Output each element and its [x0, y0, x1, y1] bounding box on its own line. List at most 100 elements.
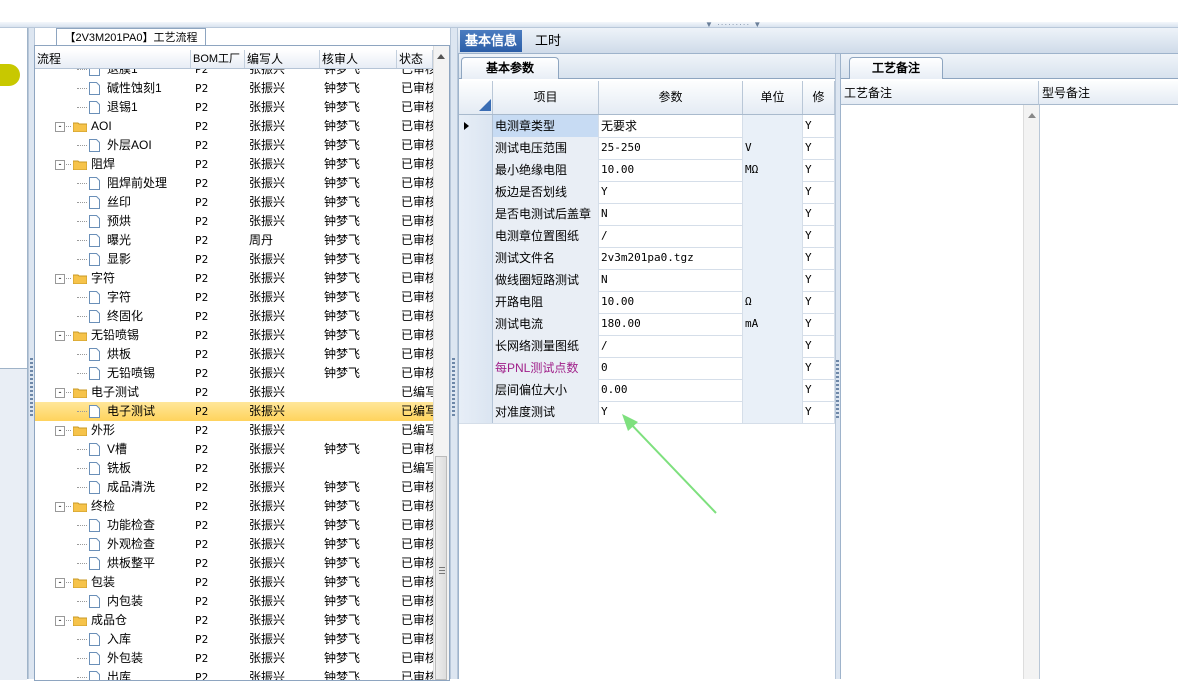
tab-process-notes[interactable]: 工艺备注 [849, 57, 943, 79]
scroll-up-arrow-icon[interactable] [437, 54, 445, 59]
tree-row[interactable]: 阻焊前处理 P2 张振兴 钟梦飞 已审核 [35, 174, 433, 193]
param-modify-cell[interactable]: Y [803, 401, 835, 423]
process-notes-textarea[interactable] [841, 105, 1023, 679]
tree-node-label[interactable]: 显影 [107, 250, 191, 269]
param-row[interactable]: 测试电流 180.00 mA Y [459, 313, 835, 336]
tree-node-label[interactable]: 碱性蚀刻1 [107, 79, 191, 98]
tree-row[interactable]: 烘板 P2 张振兴 钟梦飞 已审核 [35, 345, 433, 364]
param-modify-cell[interactable]: Y [803, 247, 835, 269]
row-header[interactable] [459, 291, 493, 313]
column-header-flow[interactable]: 流程 [35, 50, 191, 68]
tree-node-label[interactable]: AOI [91, 117, 191, 136]
param-value-cell[interactable]: Y [599, 181, 743, 203]
tree-row[interactable]: V槽 P2 张振兴 钟梦飞 已审核 [35, 440, 433, 459]
param-row[interactable]: 测试文件名 2v3m201pa0.tgz Y [459, 247, 835, 270]
param-row[interactable]: 长网络测量图纸 / Y [459, 335, 835, 358]
tree-row[interactable]: - 阻焊 P2 张振兴 钟梦飞 已审核 [35, 155, 433, 174]
tree-row[interactable]: 外观检查 P2 张振兴 钟梦飞 已审核 [35, 535, 433, 554]
tree-row[interactable]: - 终检 P2 张振兴 钟梦飞 已审核 [35, 497, 433, 516]
collapse-toggle-icon[interactable]: - [55, 331, 65, 341]
tree-node-label[interactable]: 终检 [91, 497, 191, 516]
scrollbar-thumb[interactable] [435, 456, 447, 680]
column-header-reviewer[interactable]: 核审人 [320, 50, 397, 68]
param-value-cell[interactable]: 0.00 [599, 379, 743, 401]
tree-row[interactable]: 入库 P2 张振兴 钟梦飞 已审核 [35, 630, 433, 649]
tree-node-label[interactable]: 退膜1 [107, 69, 191, 79]
tree-node-label[interactable]: 电子测试 [107, 402, 191, 421]
column-header-unit[interactable]: 单位 [743, 81, 803, 114]
tree-node-label[interactable]: 出库 [107, 668, 191, 680]
row-header[interactable] [459, 115, 493, 137]
tree-node-label[interactable]: 入库 [107, 630, 191, 649]
tree-node-label[interactable]: 成品清洗 [107, 478, 191, 497]
param-modify-cell[interactable]: Y [803, 379, 835, 401]
tree-node-label[interactable]: 外形 [91, 421, 191, 440]
collapse-toggle-icon[interactable]: - [55, 616, 65, 626]
param-value-cell[interactable]: 10.00 [599, 159, 743, 181]
tree-node-label[interactable]: 外观检查 [107, 535, 191, 554]
tree-row[interactable]: 退锡1 P2 张振兴 钟梦飞 已审核 [35, 98, 433, 117]
param-value-cell[interactable]: 2v3m201pa0.tgz [599, 247, 743, 269]
tree-node-label[interactable]: 功能检查 [107, 516, 191, 535]
param-row[interactable]: 测试电压范围 25-250 V Y [459, 137, 835, 160]
tree-row[interactable]: 电子测试 P2 张振兴 已编写 [35, 402, 433, 421]
tree-node-label[interactable]: 丝印 [107, 193, 191, 212]
row-header[interactable] [459, 247, 493, 269]
tree-row[interactable]: 无铅喷锡 P2 张振兴 钟梦飞 已审核 [35, 364, 433, 383]
tree-row[interactable]: 功能检查 P2 张振兴 钟梦飞 已审核 [35, 516, 433, 535]
param-row[interactable]: 做线圈短路测试 N Y [459, 269, 835, 292]
tab-basic-params[interactable]: 基本参数 [461, 57, 559, 79]
tree-node-label[interactable]: 预烘 [107, 212, 191, 231]
collapse-grip-icon[interactable]: ▼ ········· ▼ [705, 20, 771, 29]
tree-row[interactable]: - 电子测试 P2 张振兴 已编写 [35, 383, 433, 402]
tree-row[interactable]: - AOI P2 张振兴 钟梦飞 已审核 [35, 117, 433, 136]
tree-node-label[interactable]: 外层AOI [107, 136, 191, 155]
param-modify-cell[interactable]: Y [803, 269, 835, 291]
param-row[interactable]: 开路电阻 10.00 Ω Y [459, 291, 835, 314]
row-header[interactable] [459, 379, 493, 401]
collapse-toggle-icon[interactable]: - [55, 578, 65, 588]
row-header[interactable] [459, 225, 493, 247]
tree-node-label[interactable]: 阻焊前处理 [107, 174, 191, 193]
collapse-toggle-icon[interactable]: - [55, 160, 65, 170]
tree-node-label[interactable]: 外包装 [107, 649, 191, 668]
param-row[interactable]: 电测章位置图纸 / Y [459, 225, 835, 248]
tree-row[interactable]: 显影 P2 张振兴 钟梦飞 已审核 [35, 250, 433, 269]
tree-node-label[interactable]: 烘板 [107, 345, 191, 364]
param-value-cell[interactable]: / [599, 335, 743, 357]
row-header[interactable] [459, 181, 493, 203]
param-modify-cell[interactable]: Y [803, 137, 835, 159]
collapse-toggle-icon[interactable]: - [55, 388, 65, 398]
param-modify-cell[interactable]: Y [803, 115, 835, 137]
middle-splitter[interactable] [450, 28, 458, 679]
row-header[interactable] [459, 203, 493, 225]
tree-node-label[interactable]: 包装 [91, 573, 191, 592]
tab-basic-info[interactable]: 基本信息 [460, 30, 522, 52]
param-value-cell[interactable]: 10.00 [599, 291, 743, 313]
tree-row[interactable]: - 字符 P2 张振兴 钟梦飞 已审核 [35, 269, 433, 288]
param-modify-cell[interactable]: Y [803, 225, 835, 247]
tree-row[interactable]: 外层AOI P2 张振兴 钟梦飞 已审核 [35, 136, 433, 155]
param-row[interactable]: 电测章类型 无要求 Y [459, 115, 835, 138]
tree-row[interactable]: 丝印 P2 张振兴 钟梦飞 已审核 [35, 193, 433, 212]
tree-scrollbar[interactable] [433, 46, 449, 680]
param-modify-cell[interactable]: Y [803, 291, 835, 313]
row-header[interactable] [459, 137, 493, 159]
tree-row[interactable]: 退膜1 P2 张振兴 钟梦飞 已审核 [35, 69, 433, 79]
param-value-cell[interactable]: N [599, 203, 743, 225]
row-header[interactable] [459, 269, 493, 291]
tree-node-label[interactable]: 字符 [91, 269, 191, 288]
tree-node-label[interactable]: 内包装 [107, 592, 191, 611]
row-header[interactable] [459, 357, 493, 379]
tree-node-label[interactable]: 成品仓 [91, 611, 191, 630]
tree-row[interactable]: - 包装 P2 张振兴 钟梦飞 已审核 [35, 573, 433, 592]
tree-row[interactable]: - 无铅喷锡 P2 张振兴 钟梦飞 已审核 [35, 326, 433, 345]
column-header-modify[interactable]: 修 [803, 81, 835, 114]
tree-row[interactable]: 外包装 P2 张振兴 钟梦飞 已审核 [35, 649, 433, 668]
process-notes-scrollbar[interactable] [1023, 105, 1040, 679]
row-header[interactable] [459, 401, 493, 423]
scroll-up-arrow-icon[interactable] [1028, 113, 1036, 118]
param-modify-cell[interactable]: Y [803, 313, 835, 335]
tree-row[interactable]: - 成品仓 P2 张振兴 钟梦飞 已审核 [35, 611, 433, 630]
tree-node-label[interactable]: 字符 [107, 288, 191, 307]
